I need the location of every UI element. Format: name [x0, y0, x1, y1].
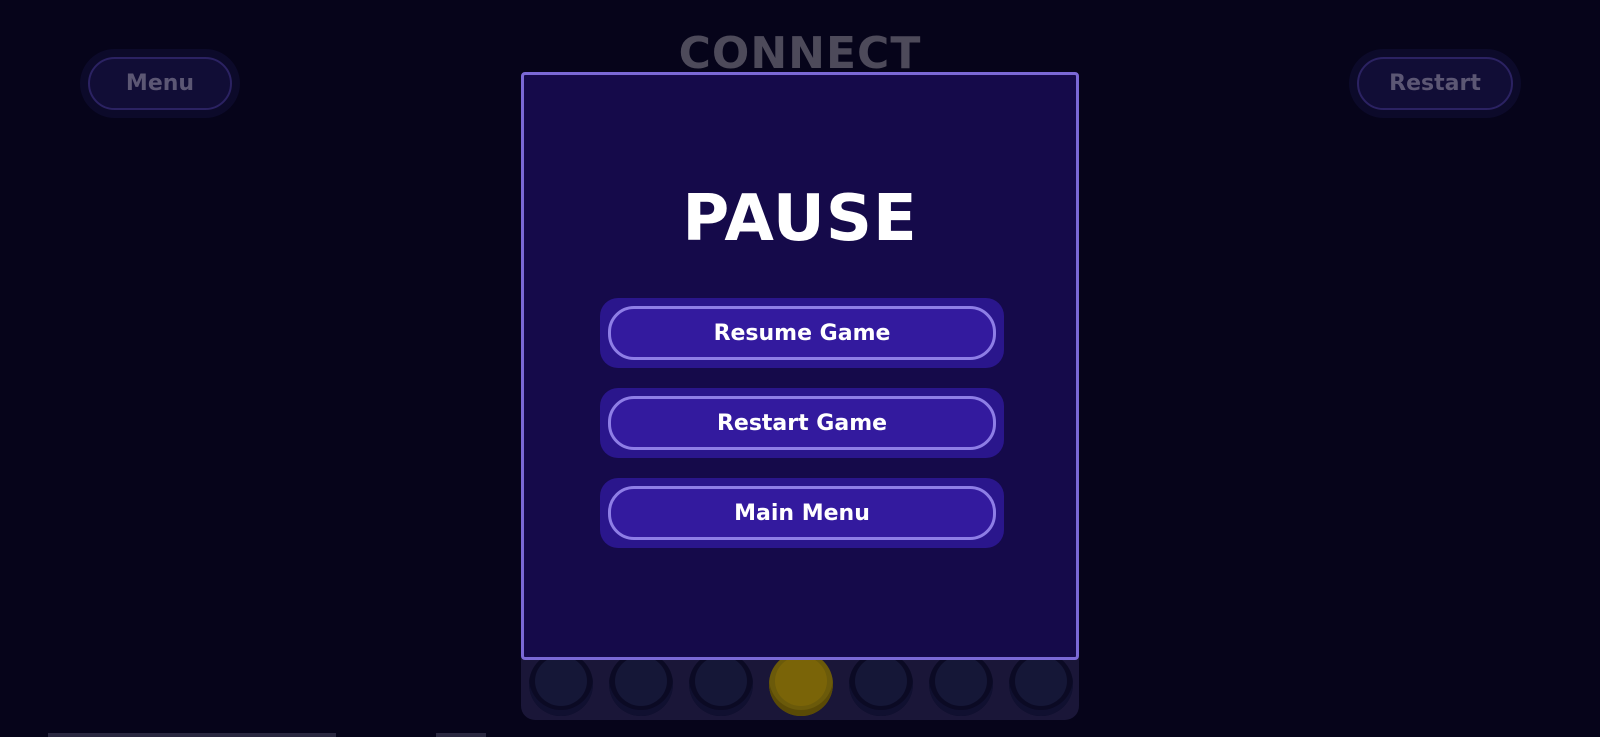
restart-button[interactable]: Restart	[1357, 57, 1513, 110]
restart-button-frame: Restart	[1349, 49, 1521, 118]
resume-game-button[interactable]: Resume Game	[608, 306, 996, 360]
main-menu-button-frame: Main Menu	[600, 478, 1004, 548]
bottom-divider	[48, 733, 336, 737]
board-slot[interactable]	[529, 652, 593, 716]
board-slot[interactable]	[609, 652, 673, 716]
board-slot[interactable]	[849, 652, 913, 716]
restart-game-button-frame: Restart Game	[600, 388, 1004, 458]
yellow-token[interactable]	[769, 652, 833, 716]
bottom-divider	[436, 733, 486, 737]
restart-game-button[interactable]: Restart Game	[608, 396, 996, 450]
board-slot[interactable]	[689, 652, 753, 716]
board-slot[interactable]	[1009, 652, 1073, 716]
resume-button-frame: Resume Game	[600, 298, 1004, 368]
pause-modal: PAUSE Resume Game Restart Game Main Menu	[521, 72, 1079, 660]
pause-title: PAUSE	[682, 182, 918, 256]
game-screen: Menu CONNECT Restart PAUSE Resume Game R…	[0, 0, 1600, 737]
main-menu-button[interactable]: Main Menu	[608, 486, 996, 540]
board-slot[interactable]	[929, 652, 993, 716]
